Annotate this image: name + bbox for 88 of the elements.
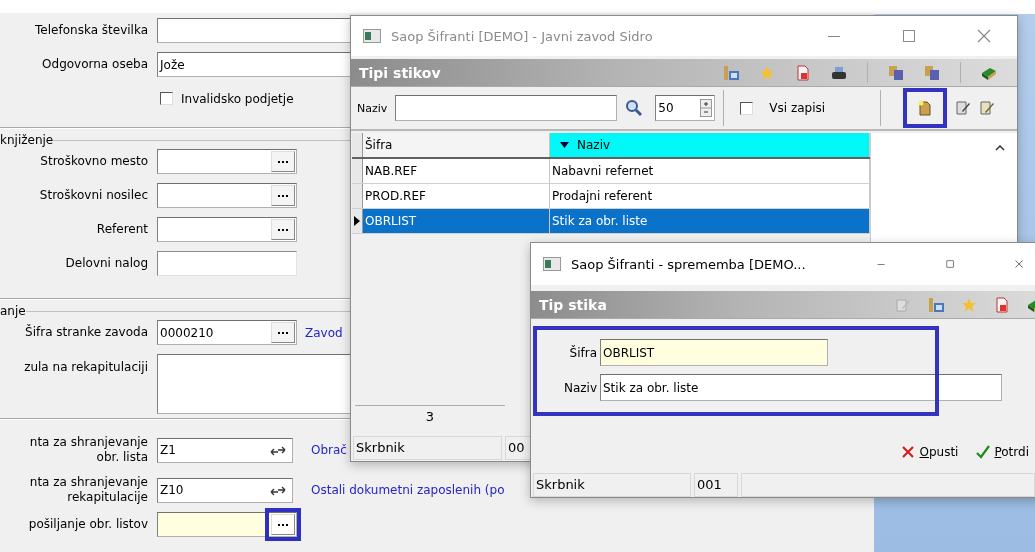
input-field[interactable]: 0000210 [157,320,297,345]
edit-document-icon[interactable] [955,100,971,116]
star-icon[interactable] [759,64,775,81]
spin-buttons-icon[interactable] [700,99,713,117]
input-field[interactable]: Z1 [157,437,293,463]
table-cell: PROD.REF [363,184,550,208]
input-field[interactable]: Stik za obr. liste [600,374,1002,401]
table-cell: Stik za obr. liste [550,209,870,233]
column-header[interactable]: Šifra [363,133,550,157]
star-icon[interactable] [961,296,977,313]
field-label: Naziv [562,380,598,395]
check-icon [976,445,991,459]
columns-icon[interactable] [928,296,944,313]
sort-down-icon [560,142,569,148]
status-field: 001 [694,473,738,497]
checkbox-label: Invalidsko podjetje [181,91,294,106]
printer-icon[interactable] [831,64,847,81]
new-document-icon[interactable] [917,100,933,116]
ellipsis-icon [277,522,289,527]
checkbox-label: Vsi zapisi [769,101,826,115]
close-button[interactable] [977,29,991,43]
number-field[interactable]: 50 [655,95,716,121]
window-title: Saop Šifranti [DEMO] - Javni zavod Sidro [391,28,653,44]
document-icon[interactable] [994,296,1010,313]
field-label: Referent [96,222,148,236]
confirm-button[interactable]: Potrdi [976,443,1029,461]
input-field[interactable] [157,251,297,276]
field-label: nta za shranjevanje rekapitulacije [29,475,148,504]
search-icon[interactable] [625,99,644,117]
table-row[interactable]: OBRLIST Stik za obr. liste [352,209,870,234]
table-row[interactable]: PROD.REF Prodajni referent [352,184,870,209]
input-field[interactable] [157,183,297,208]
app-icon [543,257,561,271]
checkbox[interactable] [740,101,754,115]
row-pointer-icon [354,216,360,226]
close-button[interactable] [1014,257,1023,271]
window-title: Saop Šifranti - sprememba [DEMO... [571,256,806,272]
browse-button[interactable] [271,151,295,172]
ellipsis-icon [277,159,289,164]
table-row[interactable]: NAB.REF Nabavni refernet [352,159,870,184]
status-field: Skrbnik [533,473,691,497]
link[interactable]: Obrač [311,443,347,457]
status-field: Skrbnik [353,436,502,460]
field-label: zula na rekapitulaciji [24,360,148,374]
column-header[interactable]: Naziv [550,133,870,157]
group-label: anje [0,304,26,318]
field-label: Stroškovno mesto [40,154,148,168]
field-label: Šifra stranke zavoda [25,325,148,339]
input-field[interactable] [157,217,297,242]
cancel-button[interactable]: Opusti [901,443,959,461]
copy-icon[interactable] [888,64,904,81]
field-label: Telefonska številka [35,23,148,37]
input-field[interactable] [157,149,297,174]
panel-title: Tip stika [539,296,607,313]
browse-button[interactable] [271,219,295,240]
maximize-button[interactable] [945,257,954,271]
cross-icon [901,445,916,459]
record-count: 3 [355,405,505,428]
link[interactable]: Zavod [305,325,343,340]
copy-icon[interactable] [924,64,940,81]
ellipsis-icon [277,330,289,335]
ellipsis-icon [277,193,289,198]
scroll-up-icon[interactable] [995,145,1005,151]
maximize-button[interactable] [902,29,916,43]
ellipsis-icon [277,227,289,232]
input-field[interactable]: OBRLIST [600,339,828,366]
search-field[interactable] [395,95,618,121]
input-field[interactable]: Z10 [157,477,293,503]
swap-arrows-icon[interactable] [270,445,286,456]
field-label: Stroškovni nosilec [39,188,148,202]
field-label: pošiljanje obr. listov [28,517,148,531]
edit-document-icon[interactable] [979,100,995,116]
field-label: Naziv [357,101,388,115]
columns-icon[interactable] [723,64,739,81]
document-icon[interactable] [795,64,811,81]
link[interactable]: Ostali dokumetni zaposlenih (po [311,483,505,497]
table-cell: NAB.REF [363,159,550,183]
field-label: nta za shranjevanje obr. lista [29,435,148,464]
group-label: knjiženje [0,133,54,147]
browse-button[interactable] [271,322,295,343]
checkbox[interactable] [160,92,173,105]
swap-arrows-icon[interactable] [270,485,286,496]
field-label: Delovni nalog [65,256,148,270]
field-label: Šifra [568,345,598,360]
field-label: Odgovorna oseba [42,57,148,71]
app-icon [363,29,381,43]
table-cell: OBRLIST [363,209,550,233]
browse-button[interactable] [271,185,295,206]
